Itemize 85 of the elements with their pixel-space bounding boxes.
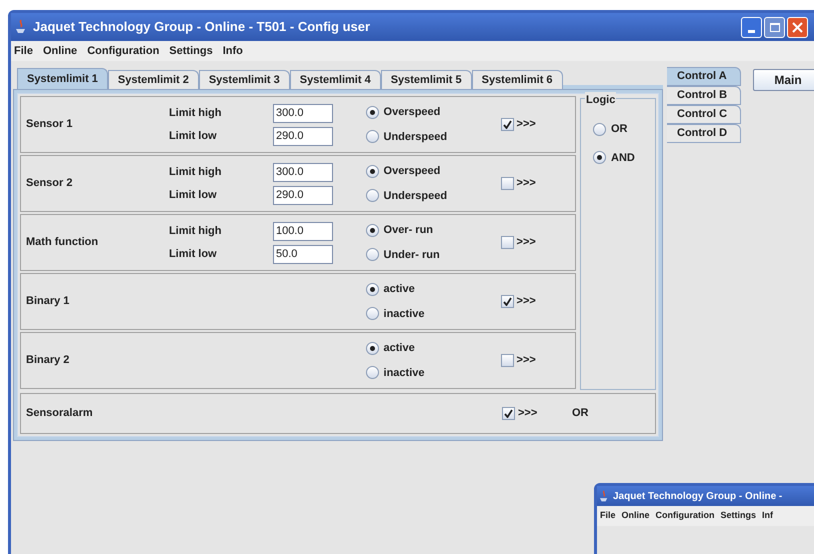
checkbox[interactable] — [502, 407, 515, 420]
limit-field[interactable]: 100.0 — [272, 222, 333, 240]
side-tab[interactable]: Control D — [667, 124, 741, 143]
tab[interactable]: Systemlimit 1 — [17, 68, 108, 89]
section-label: Binary 2 — [26, 353, 70, 368]
checkbox[interactable] — [500, 177, 514, 190]
option-label: Over- run — [384, 223, 434, 238]
radio-button[interactable] — [366, 164, 379, 178]
radio-button[interactable] — [593, 122, 606, 136]
checkbox[interactable] — [500, 118, 514, 131]
limit-label: Limit low — [168, 246, 218, 262]
arrow-link[interactable]: >>> — [516, 175, 536, 192]
arrow-link[interactable]: >>> — [516, 293, 536, 310]
limit-label: Limit low — [168, 128, 218, 144]
section-label: Sensor 2 — [26, 176, 74, 192]
close-icon — [792, 22, 803, 32]
option-label: inactive — [384, 306, 424, 322]
limit-field[interactable]: 300.0 — [272, 162, 333, 182]
option-label: active — [384, 341, 415, 356]
radio-button[interactable] — [366, 248, 379, 262]
radio-button[interactable] — [593, 151, 606, 164]
limit-label: Limit low — [168, 188, 218, 203]
limit-field[interactable]: 290.0 — [272, 186, 333, 204]
radio-button[interactable] — [366, 282, 379, 296]
side-tab[interactable]: Control B — [667, 86, 741, 105]
option-label: Under- run — [384, 248, 440, 262]
option-label: OR — [611, 122, 628, 137]
section-label: Binary 1 — [26, 294, 70, 310]
section-label: Math function — [26, 235, 100, 250]
radio-button[interactable] — [366, 224, 379, 237]
side-tab[interactable]: Control A — [667, 67, 741, 86]
option-label: Overspeed — [384, 164, 440, 179]
tab[interactable]: Systemlimit 5 — [380, 70, 472, 89]
limit-field[interactable]: 290.0 — [272, 126, 333, 146]
maximize-button[interactable] — [764, 16, 785, 38]
window-title: Jaquet Technology Group - Online - — [613, 490, 782, 504]
option-label: inactive — [384, 366, 424, 380]
radio-button[interactable] — [366, 130, 379, 144]
arrow-link[interactable]: >>> — [518, 405, 538, 422]
tab[interactable]: Systemlimit 6 — [472, 70, 563, 89]
menu-item[interactable]: File — [14, 42, 33, 60]
checkbox[interactable] — [500, 236, 514, 249]
menu-item[interactable]: Settings — [720, 509, 756, 523]
option-label: AND — [611, 150, 635, 166]
option-label: active — [384, 282, 415, 297]
checkbox[interactable] — [500, 354, 514, 367]
radio-button[interactable] — [366, 189, 379, 202]
arrow-link[interactable]: >>> — [516, 116, 536, 133]
minimize-button[interactable] — [741, 16, 762, 38]
menu-item[interactable]: Settings — [169, 42, 213, 60]
java-cup-icon — [599, 490, 609, 502]
menu-item[interactable]: Info — [222, 42, 243, 60]
window-title: Jaquet Technology Group - Online - T501 - Config user — [33, 18, 370, 36]
checkbox[interactable] — [500, 295, 514, 308]
menu-item[interactable]: Online — [622, 509, 650, 523]
menu-item[interactable]: File — [600, 509, 616, 523]
limit-label: Limit high — [168, 164, 222, 180]
limit-field[interactable]: 50.0 — [272, 244, 333, 264]
main-button[interactable]: Main — [753, 69, 814, 91]
limit-label: Limit high — [168, 224, 222, 239]
java-cup-icon — [15, 19, 27, 35]
menu-item[interactable]: Configuration — [87, 42, 160, 60]
menu-item[interactable]: Inf — [762, 509, 774, 523]
menu-item[interactable]: Configuration — [656, 509, 715, 523]
radio-button[interactable] — [366, 366, 379, 380]
group-title: Logic — [585, 92, 616, 108]
option-label: Underspeed — [384, 188, 448, 204]
tab[interactable]: Systemlimit 4 — [290, 70, 381, 89]
radio-button[interactable] — [366, 342, 379, 355]
radio-button[interactable] — [366, 106, 379, 119]
limit-field[interactable]: 300.0 — [272, 104, 333, 122]
logic-value: OR — [572, 406, 588, 422]
section-label: Sensor 1 — [26, 117, 74, 132]
tab[interactable]: Systemlimit 3 — [198, 70, 290, 89]
section-label: Sensoralarm — [26, 406, 94, 422]
radio-button[interactable] — [366, 307, 379, 320]
limit-label: Limit high — [168, 106, 222, 121]
arrow-link[interactable]: >>> — [516, 234, 536, 251]
arrow-link[interactable]: >>> — [516, 352, 536, 369]
option-label: Underspeed — [384, 130, 448, 144]
close-button[interactable] — [787, 16, 808, 38]
menu-item[interactable]: Online — [42, 42, 78, 60]
side-tab[interactable]: Control C — [667, 105, 741, 124]
option-label: Overspeed — [384, 105, 440, 120]
tab[interactable]: Systemlimit 2 — [108, 70, 199, 89]
